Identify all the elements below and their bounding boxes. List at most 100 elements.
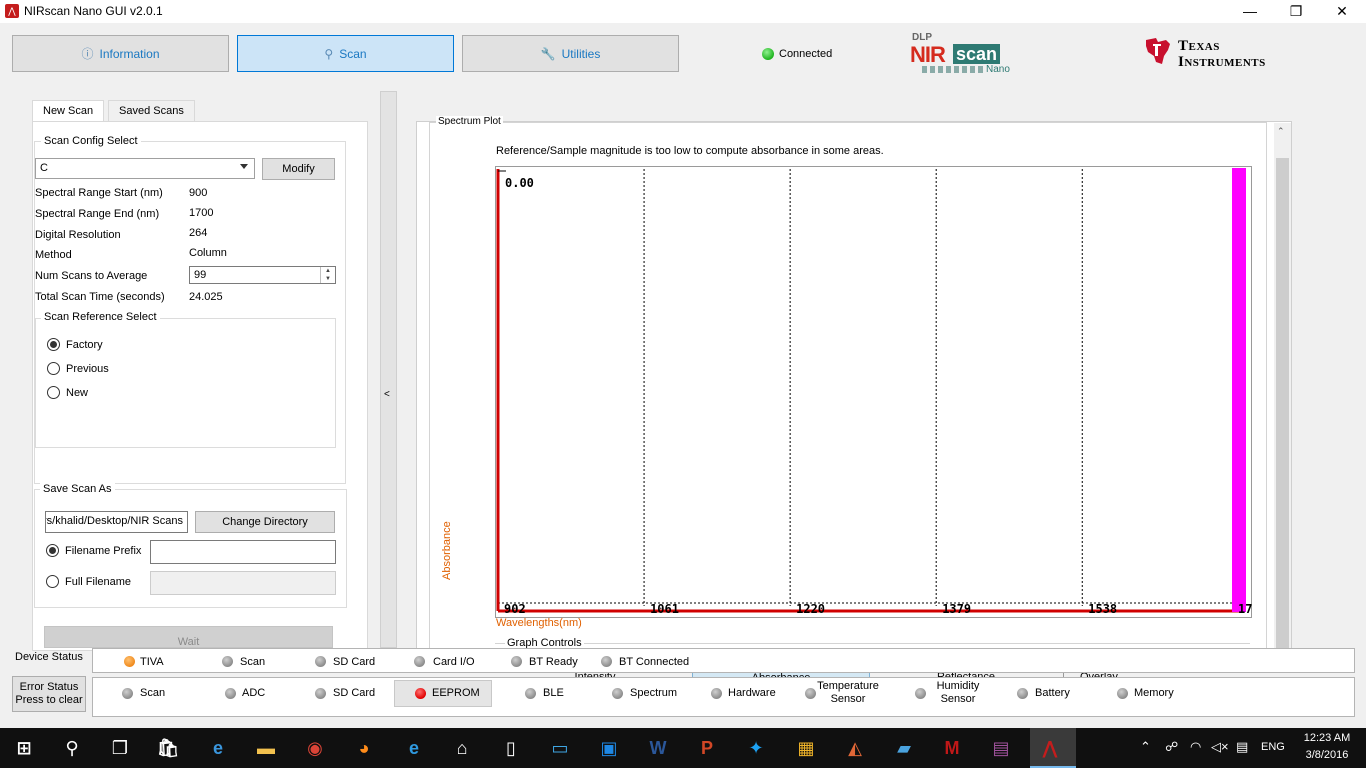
ti-logo-icon xyxy=(1146,38,1170,64)
file-explorer-icon[interactable]: ▬ xyxy=(254,737,278,759)
press-to-clear-label: Press to clear xyxy=(15,694,83,706)
error-status-button[interactable]: Error Status Press to clear xyxy=(12,676,86,712)
edge-icon[interactable]: e xyxy=(206,737,230,759)
close-button[interactable]: ✕ xyxy=(1319,0,1365,23)
total-scan-time-value: 24.025 xyxy=(189,291,223,303)
filename-prefix-radio[interactable] xyxy=(46,544,59,557)
device-status-led-icon xyxy=(222,656,233,667)
firefox-icon[interactable]: ◕ xyxy=(352,737,376,759)
scan-reference-group xyxy=(35,318,336,448)
mcafee-icon[interactable]: M xyxy=(940,737,964,759)
wait-button[interactable]: Wait xyxy=(44,626,333,648)
num-scans-stepper[interactable]: ▲ ▼ xyxy=(320,267,335,283)
collapse-arrow-icon[interactable]: < xyxy=(384,389,390,400)
error-status-item: ADC xyxy=(242,687,266,699)
utilities-button[interactable]: 🔧 Utilities xyxy=(462,35,679,72)
winrar-icon[interactable]: ▤ xyxy=(989,737,1013,759)
previous-label: Previous xyxy=(66,363,109,375)
change-directory-button[interactable]: Change Directory xyxy=(195,511,335,533)
tab-new-scan[interactable]: New Scan xyxy=(32,100,105,123)
full-filename-field[interactable] xyxy=(150,571,336,595)
error-status-label: Error Status xyxy=(19,681,79,693)
error-status-item: SD Card xyxy=(333,687,376,699)
device-status-led-icon xyxy=(601,656,612,667)
start-icon[interactable]: ⊞ xyxy=(12,737,36,759)
home-icon[interactable]: ⌂ xyxy=(450,737,474,759)
full-filename-radio[interactable] xyxy=(46,575,59,588)
x-tick-label: 1701 xyxy=(1238,602,1252,616)
powerpoint-icon[interactable]: P xyxy=(695,737,719,759)
utilities-label: Utilities xyxy=(561,46,601,61)
app-icon[interactable]: ▭ xyxy=(548,737,572,759)
twitter-icon[interactable]: ✦ xyxy=(744,737,768,759)
scroll-up-icon[interactable]: ⌃ xyxy=(1277,126,1285,137)
error-status-led-icon xyxy=(122,688,133,699)
clock-date[interactable]: 3/8/2016 xyxy=(1300,749,1354,761)
scan-config-title: Scan Config Select xyxy=(41,135,141,147)
wifi-icon[interactable]: ◠ xyxy=(1190,739,1201,755)
window-title: NIRscan Nano GUI v2.0.1 xyxy=(24,4,163,18)
nano-logo-text: Nano xyxy=(986,64,1010,75)
minimize-button[interactable]: — xyxy=(1227,0,1273,23)
device-status-label: Device Status xyxy=(15,651,83,663)
error-status-item: Scan xyxy=(140,687,166,699)
document-icon[interactable]: ▯ xyxy=(499,737,523,759)
field-label: Method xyxy=(35,249,72,261)
chart-border xyxy=(495,166,1252,618)
new-radio[interactable] xyxy=(47,386,60,399)
device-status-led-icon xyxy=(124,656,135,667)
error-status-item: BLE xyxy=(543,687,564,699)
scan-nav-button[interactable]: ⚲ Scan xyxy=(237,35,454,72)
chevron-up-icon[interactable]: ⌃ xyxy=(1140,739,1151,755)
matlab-icon[interactable]: ◭ xyxy=(843,737,867,759)
scan-logo-text: scan xyxy=(953,44,1001,64)
panel-splitter[interactable] xyxy=(380,91,397,648)
grid-app-icon[interactable]: ▦ xyxy=(794,737,818,759)
error-status-led-icon xyxy=(415,688,426,699)
error-status-led-icon xyxy=(315,688,326,699)
num-scans-input[interactable]: 99 xyxy=(189,266,336,284)
field-label: Digital Resolution xyxy=(35,229,121,241)
volume-icon[interactable]: ◁× xyxy=(1211,739,1229,755)
language-indicator[interactable]: ENG xyxy=(1261,741,1285,753)
directory-field[interactable]: rs/khalid/Desktop/NIR Scans xyxy=(45,511,188,533)
device-status-item: Card I/O xyxy=(433,656,475,668)
logo-bars xyxy=(922,66,984,73)
scanner-icon[interactable]: ▰ xyxy=(892,737,916,759)
device-status-row xyxy=(92,648,1355,673)
nirscan-icon[interactable]: ⋀ xyxy=(1038,737,1062,759)
information-button[interactable]: ⓘ Information xyxy=(12,35,229,72)
method-value: Column xyxy=(189,247,227,259)
maxthon-icon[interactable]: ▣ xyxy=(597,737,621,759)
previous-radio[interactable] xyxy=(47,362,60,375)
connected-indicator-icon xyxy=(762,48,774,60)
word-icon[interactable]: W xyxy=(646,737,670,759)
filename-prefix-field[interactable] xyxy=(150,540,336,564)
task-view-icon[interactable]: ❐ xyxy=(108,737,132,759)
digital-resolution-value: 264 xyxy=(189,227,208,239)
spectral-end-value: 1700 xyxy=(189,207,214,219)
scan-config-select[interactable]: C xyxy=(35,158,255,179)
modify-button[interactable]: Modify xyxy=(262,158,335,180)
scrollbar-thumb[interactable] xyxy=(1276,158,1289,648)
error-status-item: Battery xyxy=(1035,687,1070,699)
field-label: Num Scans to Average xyxy=(35,270,148,282)
people-icon[interactable]: ☍ xyxy=(1165,739,1178,755)
clock-time[interactable]: 12:23 AM xyxy=(1300,732,1354,744)
tab-saved-scans[interactable]: Saved Scans xyxy=(108,100,195,122)
absorbance-warning: Reference/Sample magnitude is too low to… xyxy=(496,145,884,157)
ie-icon[interactable]: e xyxy=(402,737,426,759)
error-status-item: Hardware xyxy=(728,687,776,699)
store-icon[interactable]: 🛍 xyxy=(156,737,180,759)
factory-radio[interactable] xyxy=(47,338,60,351)
search-icon[interactable]: ⚲ xyxy=(60,737,84,759)
maximize-button[interactable]: ❐ xyxy=(1273,0,1319,23)
error-status-item: Temperature Sensor xyxy=(817,680,879,705)
absorbance-chart: 0.00 902 1061 1220 1379 1538 1701 xyxy=(495,166,1252,618)
notification-icon[interactable]: ▤ xyxy=(1236,739,1248,755)
chrome-icon[interactable]: ◉ xyxy=(303,737,327,759)
x-tick-label: 1379 xyxy=(942,602,971,616)
new-label: New xyxy=(66,387,89,399)
spectrum-plot-title: Spectrum Plot xyxy=(436,116,503,125)
device-status-item: BT Ready xyxy=(529,656,578,668)
